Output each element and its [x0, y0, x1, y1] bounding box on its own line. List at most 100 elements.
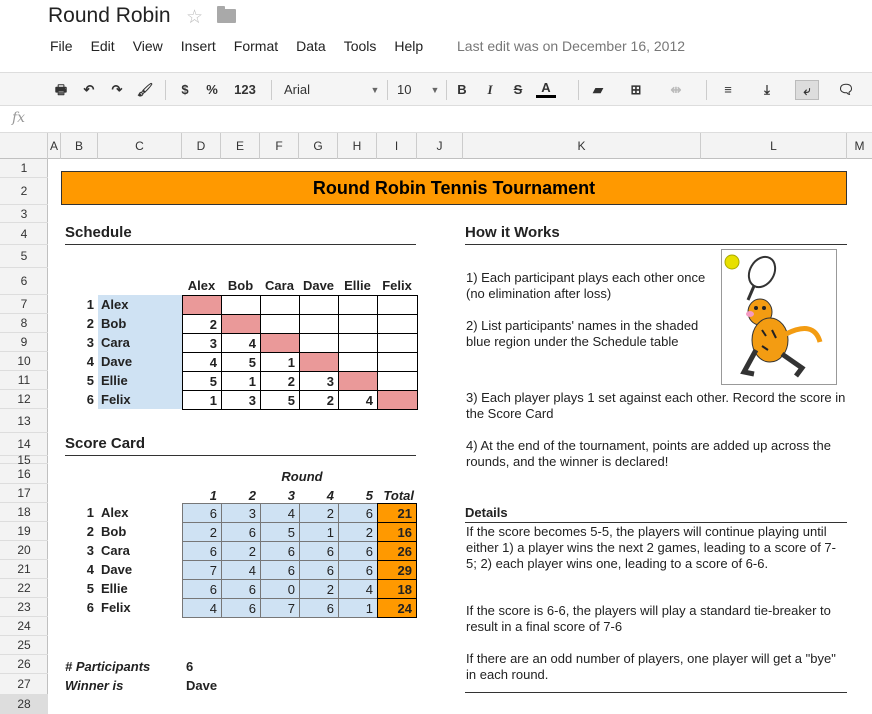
score-row-number[interactable]: 1 — [61, 503, 98, 522]
winner-value[interactable]: Dave — [186, 676, 217, 695]
schedule-player-name[interactable]: Ellie — [98, 371, 182, 390]
font-size-select[interactable]: 10 — [397, 80, 427, 100]
schedule-row-number[interactable]: 3 — [61, 333, 98, 352]
score-cell[interactable]: 6 — [299, 598, 339, 618]
last-edit-status[interactable]: Last edit was on December 16, 2012 — [457, 38, 685, 54]
schedule-cell[interactable] — [299, 314, 339, 334]
schedule-cell[interactable]: 1 — [260, 352, 300, 372]
row-header[interactable]: 4 — [0, 223, 48, 245]
schedule-cell[interactable]: 5 — [182, 371, 222, 391]
menu-format[interactable]: Format — [234, 38, 278, 54]
round-label[interactable]: Round — [277, 467, 327, 486]
menu-insert[interactable]: Insert — [181, 38, 216, 54]
score-cell[interactable]: 6 — [182, 579, 222, 599]
score-cell[interactable]: 5 — [260, 522, 300, 542]
fill-color-icon[interactable]: ▰ — [588, 80, 608, 100]
score-cell[interactable]: 0 — [260, 579, 300, 599]
undo-icon[interactable]: ↶ — [80, 80, 98, 100]
schedule-cell[interactable]: 4 — [182, 352, 222, 372]
schedule-column-header[interactable]: Alex — [182, 276, 221, 295]
row-header[interactable]: 1 — [0, 159, 48, 178]
menu-help[interactable]: Help — [394, 38, 423, 54]
row-header[interactable]: 19 — [0, 522, 48, 541]
row-header[interactable]: 16 — [0, 464, 48, 484]
column-header[interactable]: M — [847, 133, 872, 159]
score-cell[interactable]: 6 — [221, 522, 261, 542]
row-header[interactable]: 10 — [0, 352, 48, 371]
row-header[interactable]: 21 — [0, 560, 48, 579]
details-paragraph-1[interactable]: If the score becomes 5-5, the players wi… — [466, 524, 846, 572]
strikethrough-button[interactable]: S — [510, 80, 526, 100]
score-cell[interactable]: 1 — [299, 522, 339, 542]
schedule-cell[interactable] — [377, 295, 418, 315]
score-cell[interactable]: 6 — [338, 541, 378, 561]
total-cell[interactable]: 26 — [377, 541, 417, 561]
column-header[interactable]: B — [61, 133, 98, 159]
participants-label[interactable]: # Participants — [65, 657, 150, 676]
schedule-cell[interactable] — [338, 314, 378, 334]
schedule-column-header[interactable]: Cara — [260, 276, 299, 295]
total-cell[interactable]: 21 — [377, 503, 417, 523]
menu-tools[interactable]: Tools — [344, 38, 377, 54]
column-header[interactable]: E — [221, 133, 260, 159]
score-player-name[interactable]: Dave — [98, 560, 182, 579]
tigger-tennis-image[interactable] — [721, 249, 837, 385]
participants-count[interactable]: 6 — [186, 657, 193, 676]
column-header[interactable]: I — [377, 133, 417, 159]
schedule-cell[interactable]: 2 — [260, 371, 300, 391]
row-header[interactable]: 12 — [0, 390, 48, 409]
schedule-column-header[interactable]: Bob — [221, 276, 260, 295]
schedule-cell[interactable]: 3 — [299, 371, 339, 391]
schedule-row-number[interactable]: 1 — [61, 295, 98, 314]
row-header[interactable]: 27 — [0, 674, 48, 695]
chevron-down-icon[interactable]: ▼ — [430, 80, 440, 100]
row-header[interactable]: 22 — [0, 579, 48, 598]
schedule-column-header[interactable]: Felix — [377, 276, 417, 295]
score-player-name[interactable]: Felix — [98, 598, 182, 617]
row-header[interactable]: 9 — [0, 333, 48, 352]
score-cell[interactable]: 6 — [260, 560, 300, 580]
schedule-cell[interactable]: 5 — [221, 352, 261, 372]
menu-edit[interactable]: Edit — [91, 38, 115, 54]
schedule-cell[interactable] — [377, 352, 418, 372]
score-player-name[interactable]: Cara — [98, 541, 182, 560]
score-cell[interactable]: 6 — [299, 560, 339, 580]
column-header[interactable]: L — [701, 133, 847, 159]
column-header[interactable]: D — [182, 133, 221, 159]
how-it-works-step-1[interactable]: 1) Each participant plays each other onc… — [466, 270, 716, 302]
score-cell[interactable]: 4 — [221, 560, 261, 580]
schedule-cell[interactable] — [299, 352, 339, 372]
schedule-cell[interactable]: 1 — [221, 371, 261, 391]
schedule-cell[interactable] — [377, 314, 418, 334]
score-cell[interactable]: 6 — [260, 541, 300, 561]
schedule-player-name[interactable]: Dave — [98, 352, 182, 371]
score-cell[interactable]: 2 — [299, 579, 339, 599]
comment-icon[interactable]: 🗨 — [835, 80, 857, 100]
row-header[interactable]: 17 — [0, 484, 48, 503]
text-color-button[interactable]: A — [536, 80, 556, 98]
schedule-column-header[interactable]: Ellie — [338, 276, 377, 295]
select-all-corner[interactable] — [0, 133, 48, 159]
score-cell[interactable]: 2 — [299, 503, 339, 523]
score-cell[interactable]: 4 — [260, 503, 300, 523]
how-it-works-heading[interactable]: How it Works — [465, 224, 847, 245]
schedule-player-name[interactable]: Bob — [98, 314, 182, 333]
score-cell[interactable]: 6 — [338, 503, 378, 523]
score-player-name[interactable]: Bob — [98, 522, 182, 541]
row-header[interactable]: 18 — [0, 503, 48, 522]
schedule-row-number[interactable]: 4 — [61, 352, 98, 371]
score-row-number[interactable]: 2 — [61, 522, 98, 541]
wrap-text-icon[interactable]: ⤶ — [795, 80, 819, 100]
currency-button[interactable]: $ — [177, 80, 193, 100]
schedule-cell[interactable] — [221, 295, 261, 315]
merge-cells-icon[interactable]: ⇹ — [666, 80, 686, 100]
menu-data[interactable]: Data — [296, 38, 326, 54]
row-header[interactable]: 3 — [0, 205, 48, 223]
schedule-player-name[interactable]: Felix — [98, 390, 182, 409]
percent-button[interactable]: % — [204, 80, 220, 100]
row-header[interactable]: 26 — [0, 655, 48, 674]
schedule-cell[interactable] — [260, 333, 300, 353]
schedule-cell[interactable] — [377, 333, 418, 353]
winner-label[interactable]: Winner is — [65, 676, 123, 695]
row-header[interactable]: 24 — [0, 617, 48, 636]
